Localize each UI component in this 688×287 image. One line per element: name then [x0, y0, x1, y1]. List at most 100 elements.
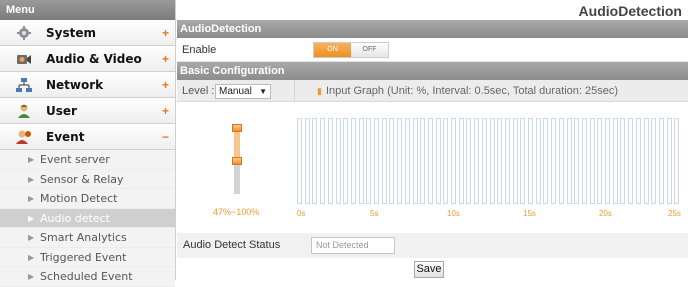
- tick-label: 0s: [297, 209, 306, 218]
- enable-label: Enable: [182, 44, 217, 56]
- graph-bar: [566, 118, 572, 204]
- save-button[interactable]: Save: [414, 261, 444, 278]
- graph-bar: [666, 118, 672, 204]
- submenu-label: Smart Analytics: [40, 231, 127, 244]
- slider-handle-high[interactable]: [232, 124, 242, 132]
- audio-video-icon: [17, 55, 31, 64]
- graph-bar: [466, 118, 472, 204]
- graph-info-text: Input Graph (Unit: %, Interval: 0.5sec, …: [325, 85, 619, 97]
- enable-toggle[interactable]: ON OFF: [313, 42, 389, 58]
- slider-range-value: 47%~100%: [213, 207, 260, 217]
- graph-bar: [605, 118, 610, 204]
- menu-item-event[interactable]: Event −: [0, 124, 175, 150]
- graph-bar: [381, 118, 387, 204]
- menu-item-network[interactable]: Network +: [0, 72, 175, 98]
- submenu-item-event-server[interactable]: ▶ Event server: [0, 150, 175, 170]
- submenu-item-audio-detect[interactable]: ▶ Audio detect: [0, 208, 175, 228]
- graph-bar: [658, 118, 664, 204]
- level-select[interactable]: Manual ▼: [215, 84, 271, 99]
- menu-item-user[interactable]: User +: [0, 98, 175, 124]
- triangle-right-icon: ▶: [28, 233, 35, 242]
- submenu-label: Sensor & Relay: [40, 172, 124, 186]
- graph-bar: [543, 118, 549, 204]
- divider: [294, 80, 295, 102]
- slider-handle-low[interactable]: [232, 157, 242, 166]
- submenu-label: Audio detect: [40, 211, 110, 225]
- graph-bar: [574, 118, 580, 204]
- bar-graph: [297, 118, 682, 204]
- menu-label: Network: [46, 78, 104, 92]
- threshold-slider[interactable]: [232, 124, 242, 194]
- graph-icon: ▮: [317, 86, 322, 96]
- expand-toggle[interactable]: +: [162, 98, 169, 124]
- event-submenu: ▶ Event server ▶ Sensor & Relay ▶ Motion…: [0, 150, 175, 287]
- graph-bar: [504, 118, 510, 204]
- submenu-item-triggered-event[interactable]: ▶ Triggered Event: [0, 248, 175, 267]
- toggle-off[interactable]: OFF: [351, 43, 388, 57]
- graph-bar: [651, 118, 657, 204]
- graph-bar: [497, 118, 503, 204]
- collapse-toggle[interactable]: −: [162, 124, 169, 150]
- expand-toggle[interactable]: +: [162, 72, 169, 98]
- section-header-audio-detection: AudioDetection: [177, 20, 688, 38]
- status-row: Audio Detect Status Not Detected: [177, 233, 688, 258]
- graph-bar: [435, 118, 441, 204]
- graph-bar: [327, 118, 333, 204]
- graph-bar: [528, 118, 533, 204]
- graph-bar: [643, 118, 649, 204]
- submenu-label: Motion Detect: [40, 192, 118, 205]
- submenu-item-sensor-relay[interactable]: ▶ Sensor & Relay: [0, 170, 175, 189]
- graph-bar: [589, 118, 595, 204]
- graph-bar: [374, 118, 379, 204]
- graph-bar: [389, 118, 395, 204]
- graph-bar: [320, 118, 326, 204]
- submenu-item-scheduled-event[interactable]: ▶ Scheduled Event: [0, 267, 175, 287]
- main-panel: AudioDetection AudioDetection Enable ON …: [177, 0, 688, 280]
- graph-bar: [335, 118, 341, 204]
- expand-toggle[interactable]: +: [162, 46, 169, 72]
- graph-bar: [443, 118, 449, 204]
- section-header-basic-configuration: Basic Configuration: [177, 62, 688, 80]
- menu-label: System: [46, 26, 96, 40]
- level-value: Manual: [219, 86, 252, 97]
- system-icon: [17, 26, 31, 40]
- graph-bar: [412, 118, 418, 204]
- triangle-right-icon: ▶: [28, 194, 35, 203]
- tick-label: 15s: [523, 209, 536, 218]
- submenu-label: Scheduled Event: [40, 270, 133, 283]
- tick-label: 20s: [599, 209, 612, 218]
- graph-bar: [581, 118, 587, 204]
- chevron-down-icon: ▼: [259, 87, 267, 96]
- menu-item-audio-video[interactable]: Audio & Video +: [0, 46, 175, 72]
- graph-bar: [535, 118, 541, 204]
- menu-item-system[interactable]: System +: [0, 20, 175, 46]
- graph-bar: [474, 118, 480, 204]
- graph-bar: [558, 118, 564, 204]
- input-graph: 47%~100% 0s 5s 10s 15s 20s 25s: [177, 106, 688, 230]
- graph-bar: [620, 118, 626, 204]
- graph-bar: [451, 118, 456, 204]
- expand-toggle[interactable]: +: [162, 20, 169, 46]
- toggle-on[interactable]: ON: [314, 43, 351, 57]
- graph-bar: [397, 118, 403, 204]
- graph-bar: [520, 118, 526, 204]
- menu-label: Event: [46, 130, 85, 144]
- menu-header: Menu: [0, 0, 175, 20]
- submenu-item-motion-detect[interactable]: ▶ Motion Detect: [0, 189, 175, 209]
- network-icon: [16, 78, 32, 92]
- graph-bar: [612, 118, 618, 204]
- tick-label: 10s: [447, 209, 460, 218]
- graph-bar: [489, 118, 495, 204]
- graph-bar: [358, 118, 364, 204]
- submenu-label: Triggered Event: [40, 250, 127, 264]
- triangle-right-icon: ▶: [28, 155, 35, 164]
- sidebar: Menu System + Audio & Video + Network +: [0, 0, 176, 287]
- graph-bar: [597, 118, 603, 204]
- graph-bar: [350, 118, 356, 204]
- enable-row: Enable ON OFF: [177, 38, 688, 62]
- graph-bar: [427, 118, 433, 204]
- graph-bar: [304, 118, 310, 204]
- menu-label: Audio & Video: [46, 52, 142, 66]
- submenu-item-smart-analytics[interactable]: ▶ Smart Analytics: [0, 228, 175, 248]
- triangle-right-icon: ▶: [28, 272, 35, 281]
